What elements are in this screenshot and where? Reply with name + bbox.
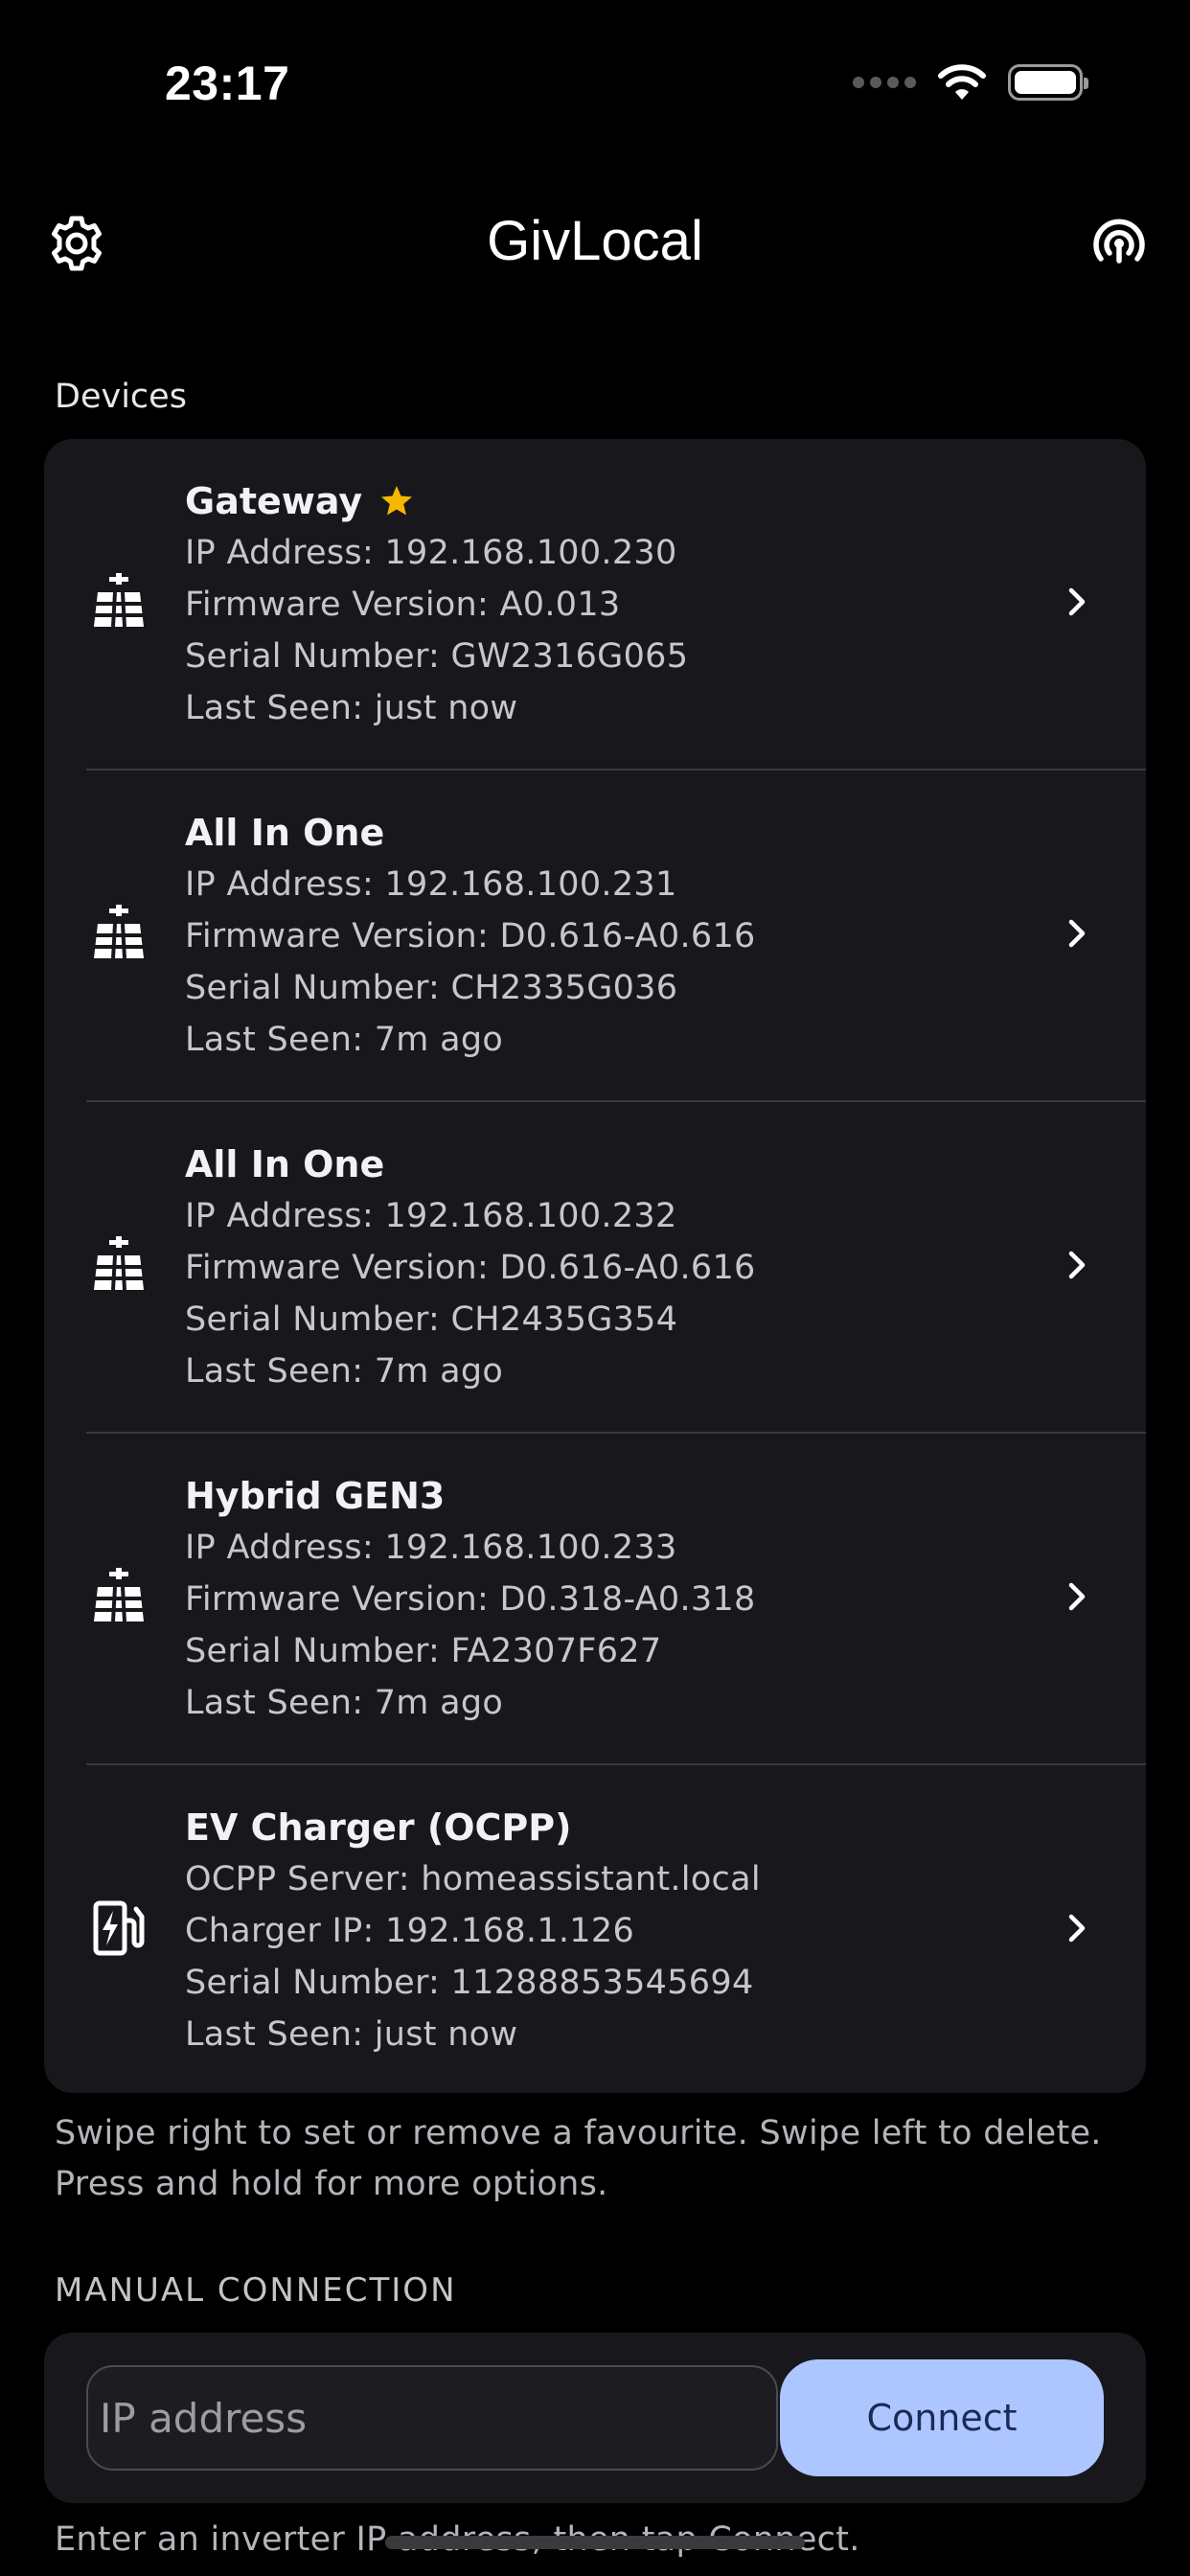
device-firmware: Firmware Version: D0.616-A0.616 (185, 917, 756, 955)
device-serial: Serial Number: CH2435G354 (185, 1300, 678, 1339)
chevron-right-icon (1068, 919, 1086, 948)
solar-inverter-icon (94, 1236, 144, 1291)
solar-inverter-icon (94, 573, 144, 628)
device-serial: Serial Number: CH2335G036 (185, 969, 678, 1007)
chevron-right-icon (1068, 1251, 1086, 1279)
devices-section-label: Devices (55, 378, 187, 416)
device-firmware: Firmware Version: D0.616-A0.616 (185, 1249, 756, 1287)
device-ocpp-server: OCPP Server: homeassistant.local (185, 1860, 761, 1898)
scan-network-button[interactable] (1088, 213, 1150, 274)
favourite-star-icon (381, 486, 413, 516)
device-firmware: Firmware Version: D0.318-A0.318 (185, 1580, 756, 1619)
device-row-gateway[interactable]: Gateway IP Address: 192.168.100.230 Firm… (44, 439, 1146, 770)
cellular-signal-icon (853, 77, 916, 88)
device-list: Gateway IP Address: 192.168.100.230 Firm… (44, 439, 1146, 2093)
battery-icon (1008, 64, 1088, 101)
device-name: Gateway (185, 480, 363, 522)
device-last-seen: Last Seen: just now (185, 689, 518, 727)
manual-connection-label: MANUAL CONNECTION (55, 2271, 457, 2310)
device-last-seen: Last Seen: just now (185, 2015, 518, 2054)
manual-connection-card: Connect (44, 2333, 1146, 2503)
device-ip: IP Address: 192.168.100.232 (185, 1197, 677, 1235)
device-row-all-in-one[interactable]: All In One IP Address: 192.168.100.231 F… (44, 770, 1146, 1102)
device-serial: Serial Number: 11288853545694 (185, 1964, 754, 2002)
device-name: All In One (185, 1143, 385, 1185)
device-ip: IP Address: 192.168.100.230 (185, 534, 677, 572)
device-serial: Serial Number: FA2307F627 (185, 1632, 662, 1670)
device-last-seen: Last Seen: 7m ago (185, 1021, 504, 1059)
device-serial: Serial Number: GW2316G065 (185, 637, 689, 676)
device-row-hybrid-gen3[interactable]: Hybrid GEN3 IP Address: 192.168.100.233 … (44, 1434, 1146, 1765)
device-ip: IP Address: 192.168.100.231 (185, 865, 677, 904)
chevron-right-icon (1068, 1914, 1086, 1943)
swipe-hint: Swipe right to set or remove a favourite… (55, 2114, 1102, 2203)
status-time: 23:17 (165, 57, 290, 110)
broadcast-icon (1093, 218, 1145, 264)
solar-inverter-icon (94, 905, 144, 959)
device-name: EV Charger (OCPP) (185, 1806, 572, 1849)
status-icons (853, 63, 1088, 102)
solar-inverter-icon (94, 1568, 144, 1622)
device-row-all-in-one[interactable]: All In One IP Address: 192.168.100.232 F… (44, 1102, 1146, 1434)
ip-address-input[interactable] (86, 2365, 778, 2471)
device-name: Hybrid GEN3 (185, 1475, 446, 1517)
device-last-seen: Last Seen: 7m ago (185, 1352, 504, 1391)
chevron-right-icon (1068, 1582, 1086, 1611)
page-title: GivLocal (487, 210, 703, 272)
device-firmware: Firmware Version: A0.013 (185, 586, 621, 624)
ev-charger-icon (93, 1900, 145, 1956)
chevron-right-icon (1068, 587, 1086, 616)
device-last-seen: Last Seen: 7m ago (185, 1684, 504, 1722)
wifi-icon (938, 64, 986, 100)
device-name: All In One (185, 812, 385, 854)
device-ip: IP Address: 192.168.100.233 (185, 1529, 677, 1567)
device-row-ev-charger[interactable]: EV Charger (OCPP) OCPP Server: homeassis… (44, 1765, 1146, 2093)
home-indicator (385, 2536, 805, 2549)
device-charger-ip: Charger IP: 192.168.1.126 (185, 1912, 635, 1950)
connect-button[interactable]: Connect (780, 2359, 1104, 2476)
